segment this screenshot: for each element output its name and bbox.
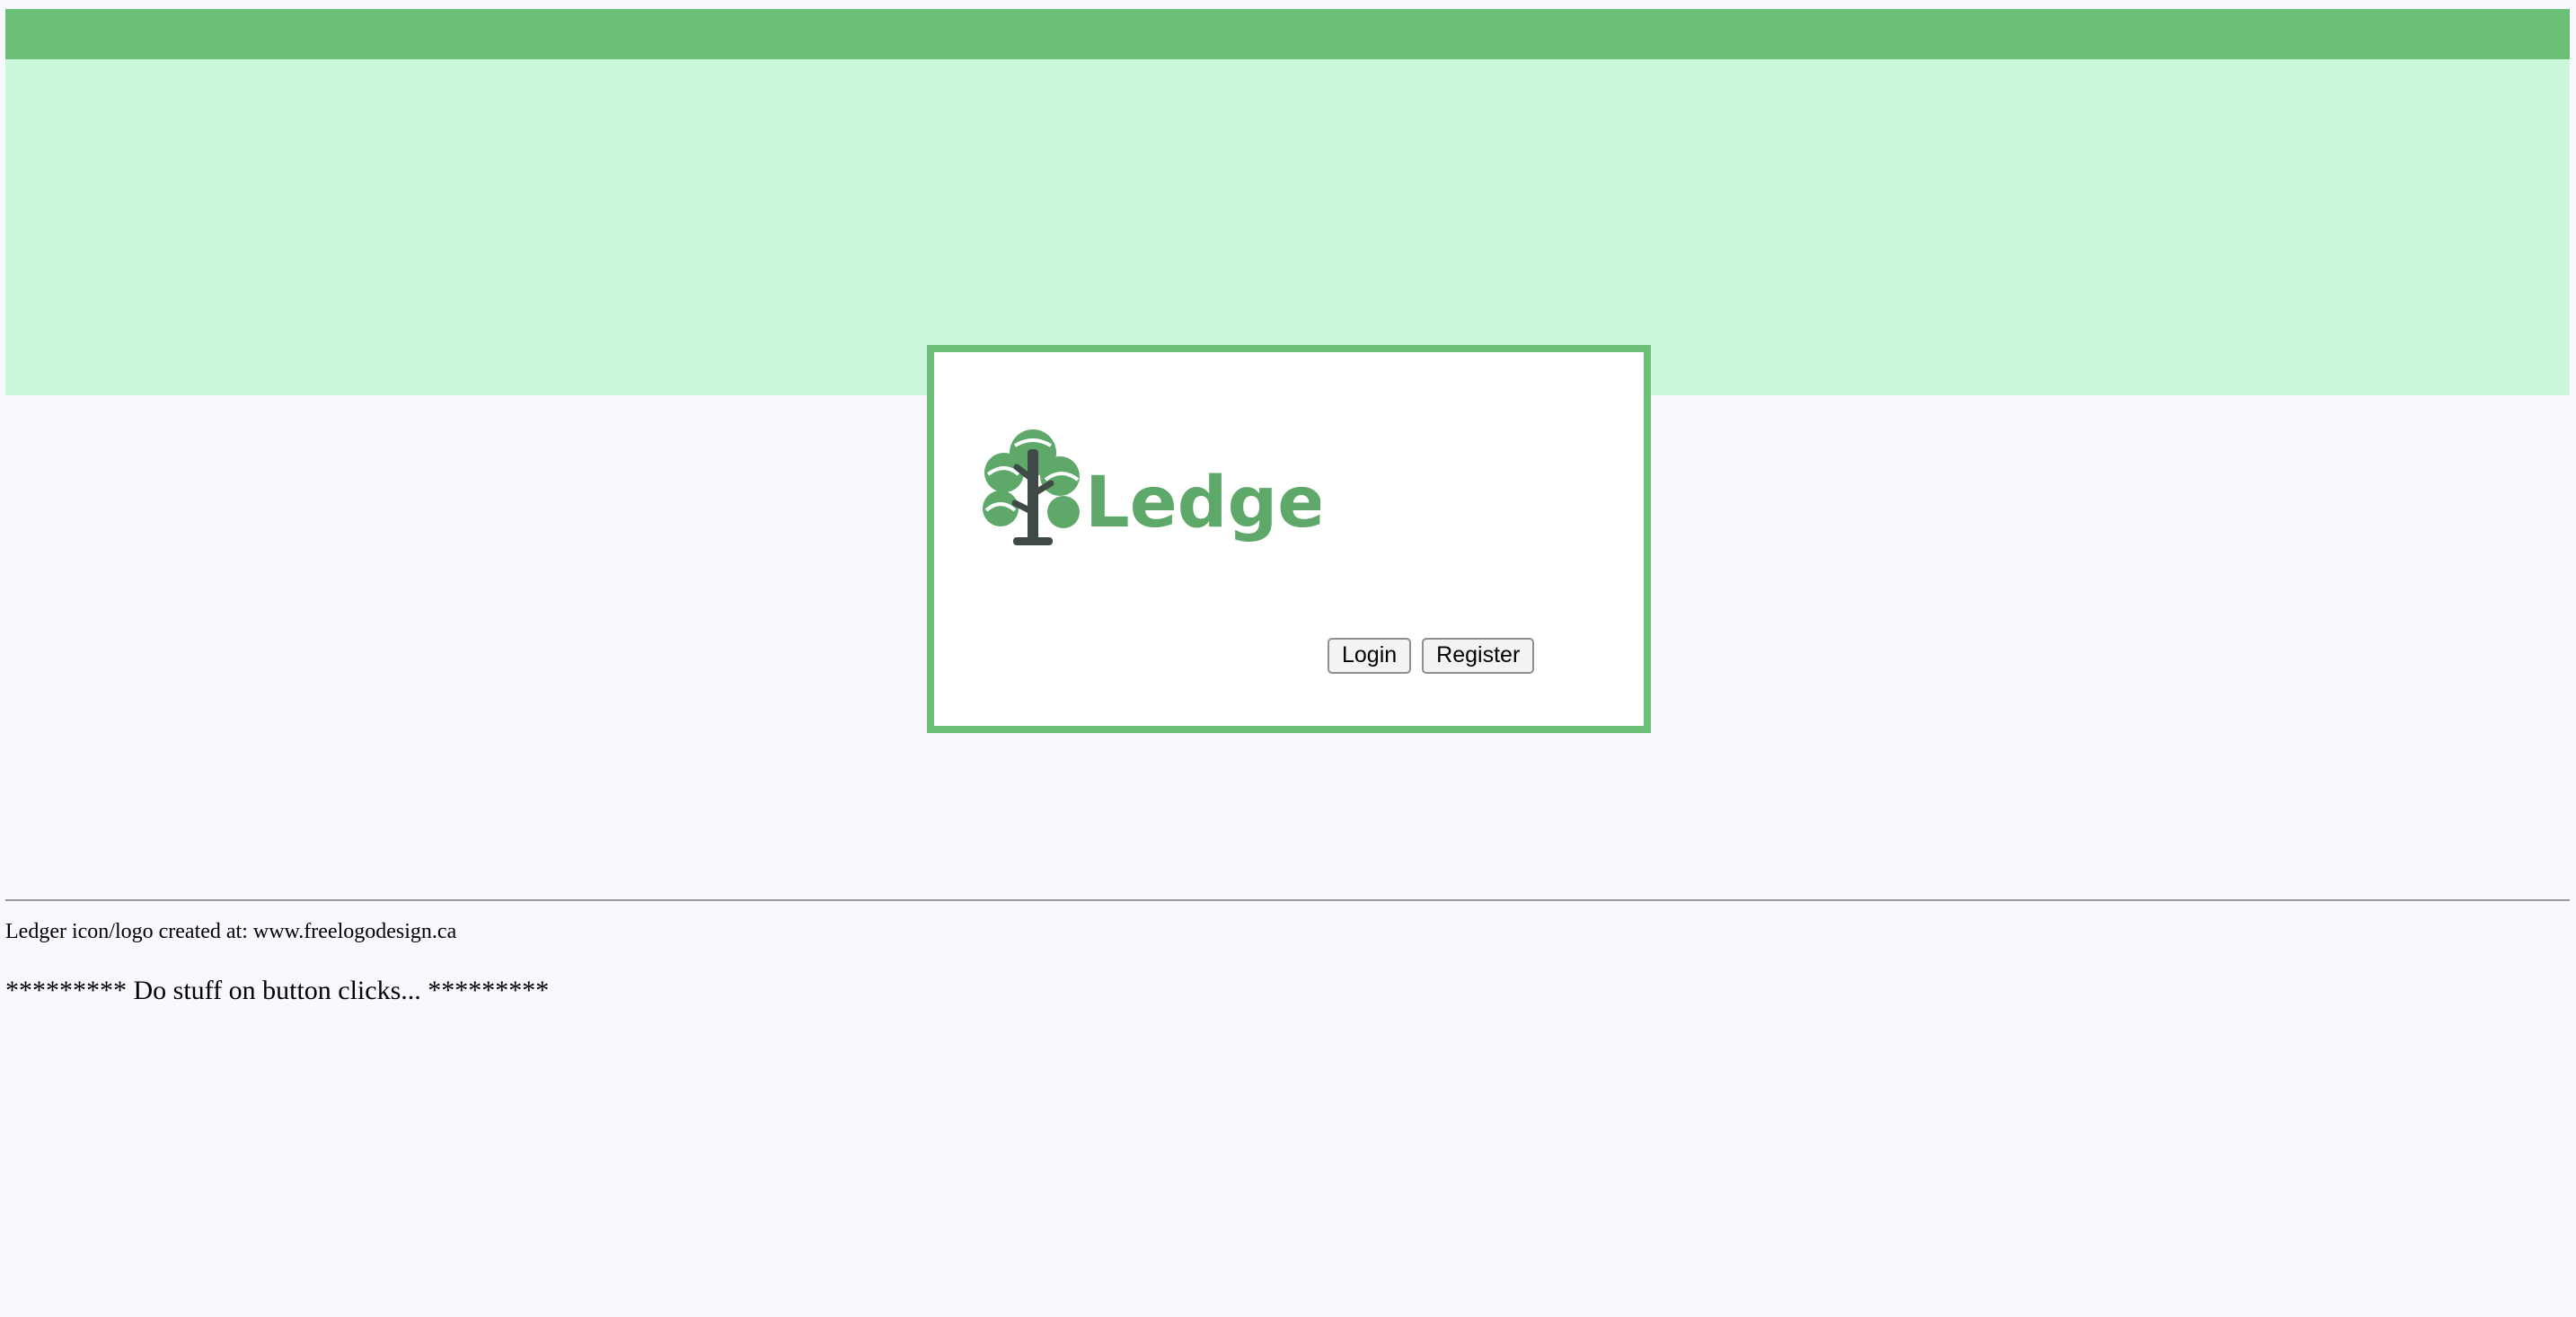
login-card: Ledger Login Register xyxy=(927,345,1651,733)
auth-buttons: Login Register xyxy=(1328,638,1535,674)
status-message: ********* Do stuff on button clicks... *… xyxy=(5,976,550,1005)
logo-text: Ledger xyxy=(1085,463,1320,544)
register-button[interactable]: Register xyxy=(1422,638,1535,674)
ledger-logo: Ledger xyxy=(979,426,1320,552)
page: Ledger Login Register Ledger icon/logo c… xyxy=(0,0,2576,1317)
footer-divider xyxy=(5,899,2570,901)
login-button[interactable]: Login xyxy=(1328,638,1412,674)
tree-icon xyxy=(983,429,1080,545)
logo-credit-text: Ledger icon/logo created at: www.freelog… xyxy=(5,920,457,943)
header-bar xyxy=(5,9,2570,59)
